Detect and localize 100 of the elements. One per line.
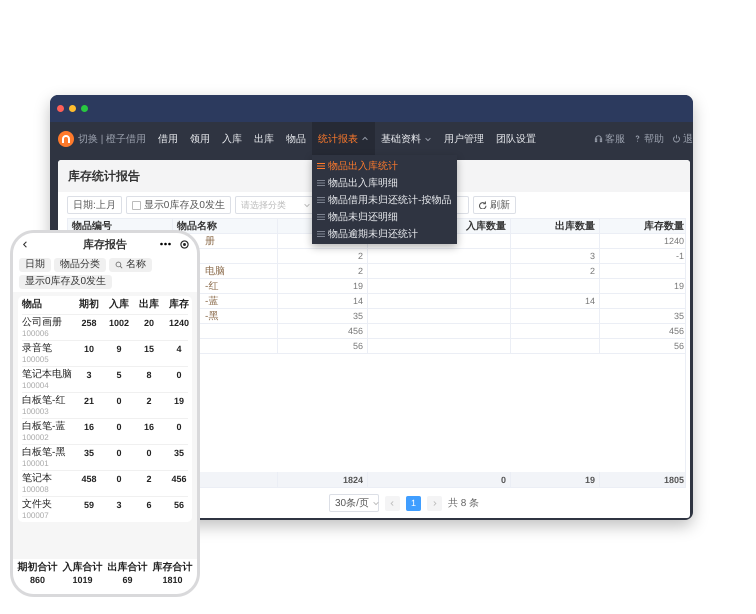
total-cell: 0	[500, 474, 506, 484]
nav-tab[interactable]: 用户管理	[438, 122, 490, 155]
table-cell-text: 6	[145, 499, 152, 511]
item-name: 白板笔-蓝	[22, 421, 66, 433]
item-name: 白板笔-红	[22, 395, 66, 407]
table-cell-text: 10	[82, 343, 95, 355]
column-header: 出库	[138, 299, 160, 311]
table-cell-text: 2	[145, 395, 152, 407]
filter-chip[interactable]: 日期	[19, 258, 51, 272]
nav-tab[interactable]: 团队设置	[490, 122, 542, 155]
column-header: 物品	[22, 299, 43, 311]
table-cell-text: 9	[115, 343, 122, 355]
page-size-select[interactable]: 30条/页	[329, 494, 379, 512]
item-name: 录音笔	[22, 343, 53, 355]
item-name: 笔记本电脑	[22, 369, 73, 381]
table-cell-text: 0	[115, 447, 122, 459]
column-header[interactable]: 库存数量	[644, 219, 684, 233]
nav-tab[interactable]: 基础资料	[375, 122, 438, 155]
menu-item[interactable]: 物品逾期未归还统计	[312, 225, 456, 242]
column-header[interactable]: 入库数量	[466, 219, 506, 233]
table-cell-text: 1002	[108, 317, 130, 329]
brand-switcher[interactable]: 切换 | 橙子借用	[78, 132, 146, 146]
table-cell-text: 16	[142, 421, 155, 433]
header-link[interactable]: 帮助	[633, 132, 664, 146]
table-cell-text: 0	[175, 421, 182, 433]
table-cell-text: 20	[142, 317, 155, 329]
total-count: 共 8 条	[448, 496, 480, 510]
column-header: 入库	[108, 299, 130, 311]
table-cell-text: 59	[82, 499, 95, 511]
item-code: 100008	[22, 485, 50, 494]
nav-tab[interactable]: 领用	[184, 122, 216, 155]
item-code: 100004	[22, 381, 50, 390]
total-cell: 19	[584, 474, 595, 484]
column-header[interactable]: 物品名称	[177, 219, 217, 233]
table-cell: 56	[352, 341, 363, 351]
menu-item[interactable]: 物品未归还明细	[312, 208, 456, 225]
table-cell-text: 5	[115, 369, 122, 381]
header-link[interactable]: 退	[672, 132, 693, 146]
table-cell-text: 3	[85, 369, 92, 381]
table-cell-text: 35	[82, 447, 95, 459]
table-cell: 19	[352, 281, 363, 291]
item-code: 100001	[22, 459, 50, 468]
table-cell: -1	[676, 251, 684, 261]
checkbox-toggle[interactable]: 显示0库存及0发生	[126, 196, 231, 214]
total-cell: 1824	[342, 474, 363, 484]
table-cell-text: 1240	[168, 317, 190, 329]
item-name: 笔记本	[22, 473, 53, 485]
nav-tab[interactable]: 统计报表	[312, 122, 376, 155]
menu-item[interactable]: 物品出入库统计	[312, 157, 456, 174]
column-header[interactable]: 出库数量	[555, 219, 595, 233]
total-cell: 1805	[664, 474, 684, 484]
menu-item[interactable]: 物品出入库明细	[312, 174, 456, 191]
nav-tab[interactable]: 入库	[216, 122, 248, 155]
category-select[interactable]: 请选择分类	[234, 196, 315, 214]
table-cell-text: 456	[170, 473, 188, 485]
table-cell-text: 2	[145, 473, 152, 485]
nav-tab[interactable]: 出库	[248, 122, 280, 155]
total-value: 1810	[162, 574, 183, 586]
item-code: 100006	[22, 329, 50, 338]
table-cell: 14	[352, 296, 363, 306]
table-cell-text: 册	[205, 235, 215, 248]
table-cell-text: 0	[145, 447, 152, 459]
total-label: 库存合计	[152, 562, 192, 574]
table-cell-text: 0	[115, 473, 122, 485]
page-title: 库存统计报告	[68, 168, 140, 184]
total-label: 入库合计	[62, 562, 102, 574]
refresh-button[interactable]: 刷新	[472, 196, 516, 214]
table-cell-text: 19	[172, 395, 185, 407]
table-cell: 14	[584, 296, 595, 306]
column-header[interactable]: 物品编号	[72, 219, 112, 233]
table-cell-text: -黑	[205, 310, 218, 323]
header-link[interactable]: 客服	[594, 132, 625, 146]
table-cell: 2	[358, 251, 363, 261]
column-header: 库存	[168, 299, 190, 311]
table-cell-text: 21	[82, 395, 95, 407]
total-value: 1019	[72, 574, 93, 586]
item-name: 白板笔-黑	[22, 447, 66, 459]
total-value: 69	[122, 574, 132, 586]
filter-chip[interactable]: 显示0库存及0发生	[19, 275, 112, 289]
filter-chip[interactable]: 物品分类	[54, 258, 106, 272]
total-label: 出库合计	[108, 562, 148, 574]
filter-chip[interactable]: 名称	[109, 258, 152, 272]
table-cell-text: 15	[142, 343, 155, 355]
table-cell: 35	[674, 311, 684, 321]
item-name: 公司画册	[22, 317, 63, 329]
item-code: 100005	[22, 355, 50, 364]
nav-tab[interactable]: 物品	[280, 122, 312, 155]
table-cell-text: 3	[115, 499, 122, 511]
nav-tab[interactable]: 借用	[152, 122, 184, 155]
table-cell-text: 电脑	[205, 264, 225, 278]
table-cell: 1240	[664, 236, 684, 246]
item-name: 文件夹	[22, 499, 53, 511]
table-cell-text: -红	[205, 280, 218, 293]
table-cell-text: 4	[175, 343, 182, 355]
table-cell-text: 258	[80, 317, 98, 329]
screen-title: 库存报告	[83, 238, 127, 252]
menu-item[interactable]: 物品借用未归还统计-按物品	[312, 191, 456, 208]
table-cell-text: 35	[172, 447, 185, 459]
table-cell: 456	[348, 326, 363, 336]
date-button[interactable]: 日期:上月	[67, 196, 122, 214]
